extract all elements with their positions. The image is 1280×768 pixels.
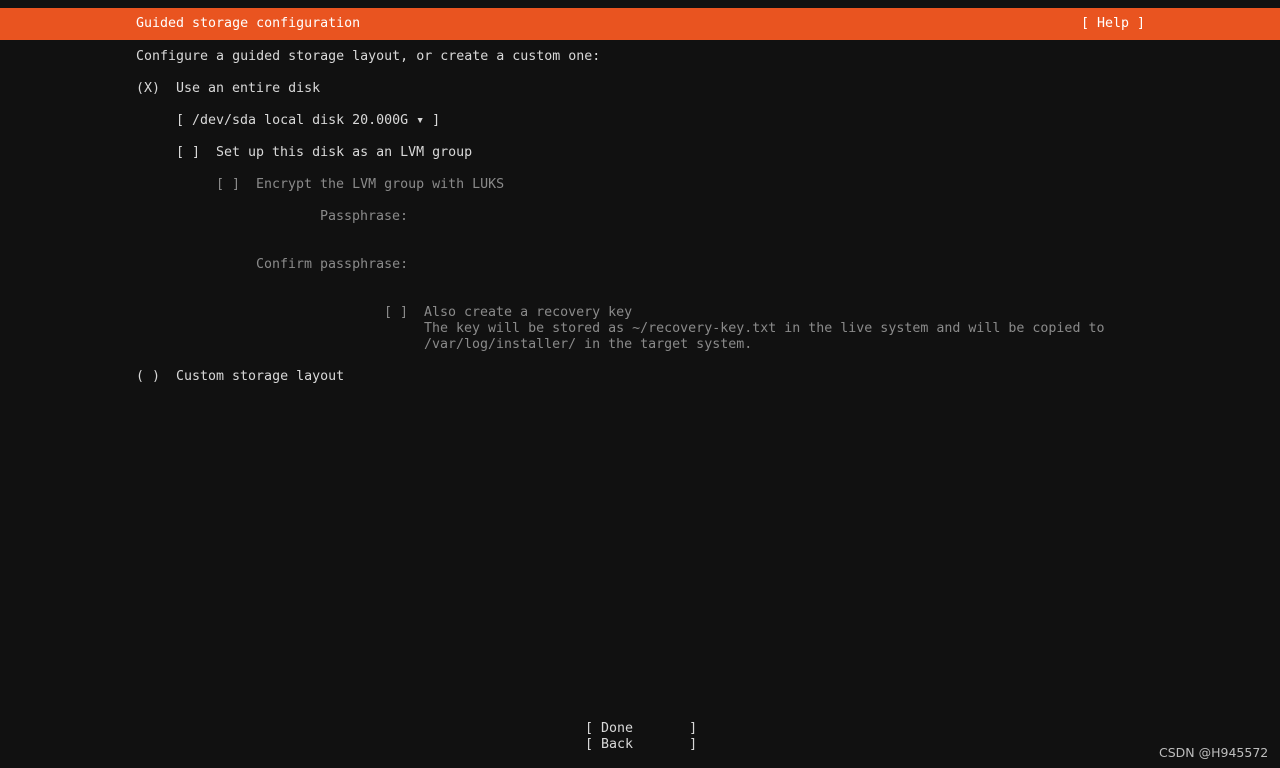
passphrase-label: Passphrase: [320,209,409,224]
custom-layout-radio[interactable]: ( ) [136,369,160,385]
confirm-passphrase-label: Confirm passphrase: [256,257,409,272]
encrypt-label[interactable]: Encrypt the LVM group with LUKS [256,177,504,193]
passphrase-input[interactable] [424,209,1024,225]
disk-select[interactable]: [ /dev/sda local disk 20.000G ▾ ] [176,113,440,129]
recovery-key-label[interactable]: Also create a recovery key [424,305,632,321]
page-title: Guided storage configuration [136,16,361,31]
watermark: CSDN @H945572 [1159,745,1269,760]
lvm-label[interactable]: Set up this disk as an LVM group [216,145,472,161]
back-button[interactable]: [ Back ] [585,737,697,753]
help-button[interactable]: [ Help ] [1081,16,1145,32]
entire-disk-label[interactable]: Use an entire disk [176,81,320,97]
entire-disk-radio[interactable]: (X) [136,81,160,97]
done-button[interactable]: [ Done ] [585,721,697,737]
intro-text: Configure a guided storage layout, or cr… [136,49,601,64]
header-bar: Guided storage configuration [ Help ] [0,8,1280,40]
recovery-key-help-line1: The key will be stored as ~/recovery-key… [424,321,1105,336]
encrypt-checkbox[interactable]: [ ] [216,177,240,193]
custom-layout-label[interactable]: Custom storage layout [176,369,344,385]
confirm-passphrase-input[interactable] [424,257,1024,273]
lvm-checkbox[interactable]: [ ] [176,145,200,161]
recovery-key-help-line2: /var/log/installer/ in the target system… [424,337,753,352]
recovery-key-checkbox[interactable]: [ ] [384,305,408,321]
